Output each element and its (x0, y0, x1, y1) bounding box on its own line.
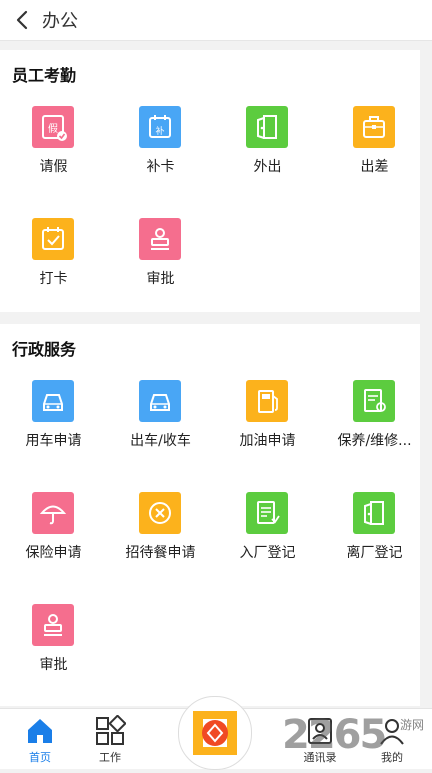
tile-label: 入厂登记 (239, 545, 296, 561)
tile-label: 打卡 (39, 271, 68, 287)
app-header: 办公 (0, 0, 432, 41)
grid-icon (96, 715, 126, 745)
section-title-admin: 行政服务 (12, 340, 77, 359)
tile-go-out[interactable]: 外出 (214, 106, 321, 196)
tile-insurance[interactable]: 保险申请 (0, 492, 107, 582)
tab-work[interactable]: 工作 (80, 713, 140, 767)
car-icon (139, 380, 181, 422)
calendar-icon: 补 (139, 106, 181, 148)
tile-dining[interactable]: 招待餐申请 (107, 492, 214, 582)
car-icon (32, 380, 74, 422)
tile-maintenance[interactable]: 保养/维修... (321, 380, 428, 470)
tile-label: 外出 (253, 159, 282, 175)
stamp-icon (139, 218, 181, 260)
door-exit-icon (246, 106, 288, 148)
tile-clock-in[interactable]: 打卡 (0, 218, 107, 308)
umbrella-icon (32, 492, 74, 534)
tile-label: 保险申请 (25, 545, 82, 561)
door-exit-icon (353, 492, 395, 534)
page-title: 办公 (42, 11, 78, 32)
tab-home[interactable]: 首页 (10, 713, 70, 767)
tile-label: 离厂登记 (346, 545, 403, 561)
tile-approval-admin[interactable]: 审批 (0, 604, 107, 694)
tile-fuel-request[interactable]: 加油申请 (214, 380, 321, 470)
tile-business-trip[interactable]: 出差 (321, 106, 428, 196)
tile-label: 招待餐申请 (125, 545, 196, 561)
center-logo-button[interactable] (178, 696, 252, 770)
attendance-section: 员工考勤 假 请假 补 补卡 外出 出差 打卡 审批 (0, 50, 420, 312)
svg-text:补: 补 (155, 125, 164, 137)
admin-service-section: 行政服务 用车申请 出车/收车 加油申请 保养/维修... 保险申请 招待餐申请… (0, 324, 420, 706)
leave-icon: 假 (32, 106, 74, 148)
tile-label: 出车/收车 (130, 433, 191, 449)
tile-label: 出差 (360, 159, 389, 175)
tile-label: 加油申请 (239, 433, 296, 449)
tile-exit-register[interactable]: 离厂登记 (321, 492, 428, 582)
app-logo-icon (193, 711, 237, 755)
tile-label: 审批 (146, 271, 175, 287)
fuel-icon (246, 380, 288, 422)
tile-label: 保养/维修... (337, 433, 412, 449)
checklist-icon (246, 492, 288, 534)
repair-doc-icon (353, 380, 395, 422)
calendar-check-icon (32, 218, 74, 260)
tile-entry-register[interactable]: 入厂登记 (214, 492, 321, 582)
watermark-number: 2265 (282, 712, 387, 758)
stamp-icon (32, 604, 74, 646)
home-icon (28, 719, 52, 743)
dining-icon (139, 492, 181, 534)
tile-car-request[interactable]: 用车申请 (0, 380, 107, 470)
tab-home-label: 首页 (29, 751, 51, 764)
svg-text:假: 假 (48, 122, 58, 135)
tile-card-reissue[interactable]: 补 补卡 (107, 106, 214, 196)
tile-leave[interactable]: 假 请假 (0, 106, 107, 196)
briefcase-icon (353, 106, 395, 148)
tile-label: 审批 (39, 657, 68, 673)
tile-label: 请假 (39, 159, 68, 175)
watermark-site: 游网 (400, 718, 425, 732)
tile-label: 用车申请 (25, 433, 82, 449)
tile-car-dispatch[interactable]: 出车/收车 (107, 380, 214, 470)
tab-work-label: 工作 (99, 751, 121, 764)
chevron-left-icon (16, 10, 28, 30)
back-button[interactable] (8, 6, 36, 34)
tile-label: 补卡 (146, 159, 175, 175)
section-title-attendance: 员工考勤 (12, 66, 77, 85)
tile-approval[interactable]: 审批 (107, 218, 214, 308)
